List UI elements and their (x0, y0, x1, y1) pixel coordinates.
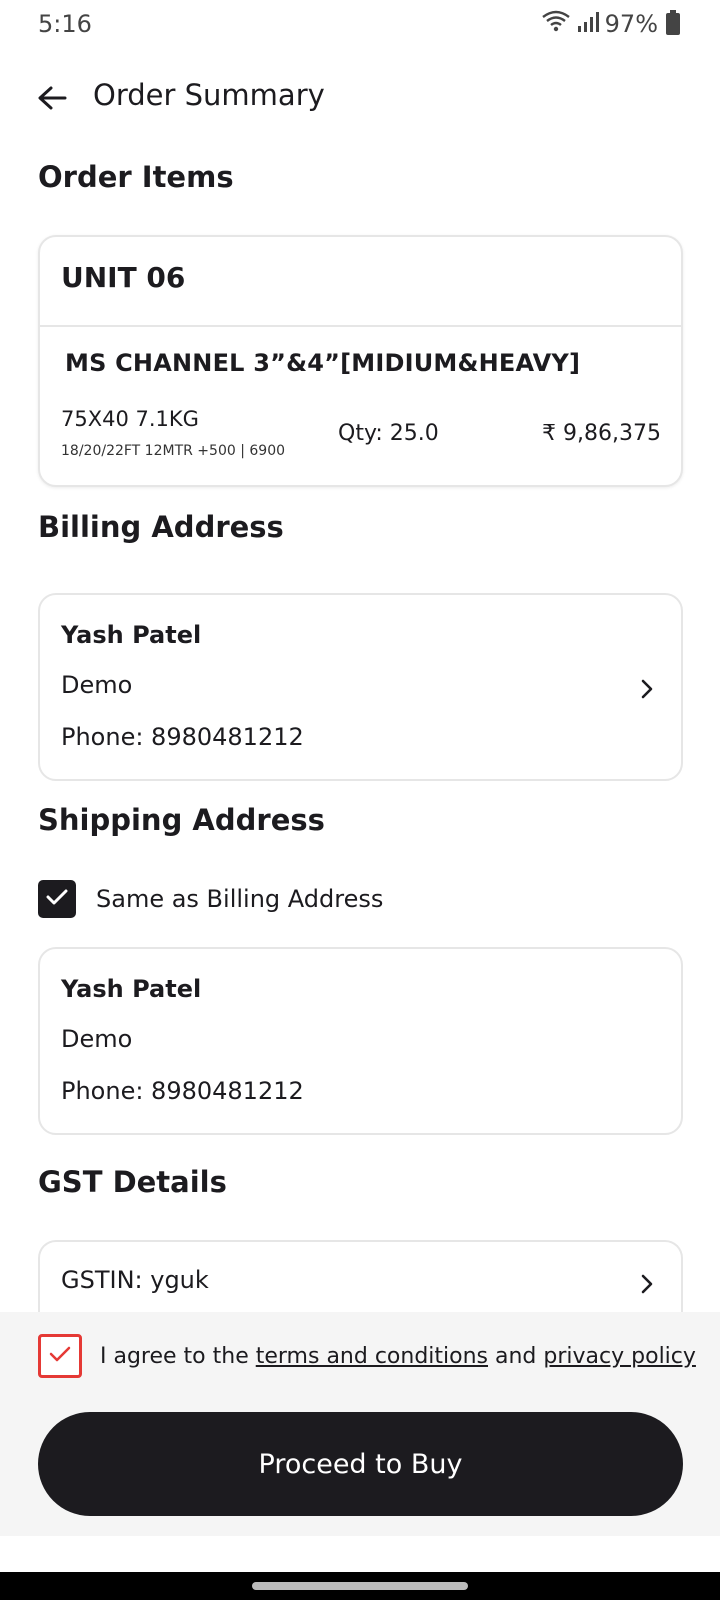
chevron-right-icon (635, 1272, 659, 1296)
signal-icon (577, 10, 599, 38)
agreement-middle: and (488, 1343, 544, 1369)
product-quantity: Qty: 25.0 (338, 421, 439, 446)
arrow-left-icon (37, 85, 67, 115)
gst-details-title: GST Details (38, 1165, 227, 1199)
status-time: 5:16 (38, 10, 92, 38)
agreement-prefix: I agree to the (100, 1343, 256, 1369)
page-title: Order Summary (93, 78, 325, 112)
shipping-address-line: Demo (61, 1025, 133, 1053)
shipping-name: Yash Patel (61, 975, 202, 1003)
gstin-value: GSTIN: yguk (61, 1266, 209, 1294)
same-as-billing-row[interactable]: Same as Billing Address (38, 880, 383, 918)
order-item-card: UNIT 06 MS CHANNEL 3”&4”[MIDIUM&HEAVY] 7… (38, 235, 683, 487)
billing-address-card[interactable]: Yash Patel Demo Phone: 8980481212 (38, 593, 683, 781)
same-as-billing-label: Same as Billing Address (96, 885, 384, 913)
proceed-to-buy-button[interactable]: Proceed to Buy (38, 1412, 683, 1516)
check-icon (48, 1344, 72, 1368)
privacy-link[interactable]: privacy policy (543, 1344, 696, 1369)
status-icons: 97% (541, 10, 680, 38)
billing-address-title: Billing Address (38, 510, 284, 544)
billing-phone: Phone: 8980481212 (61, 723, 304, 751)
home-indicator[interactable] (252, 1582, 468, 1590)
agreement-row: I agree to the terms and conditions and … (38, 1334, 696, 1378)
agreement-checkbox[interactable] (38, 1334, 82, 1378)
back-button[interactable] (30, 78, 74, 122)
shipping-address-title: Shipping Address (38, 803, 325, 837)
product-name: MS CHANNEL 3”&4”[MIDIUM&HEAVY] (65, 349, 581, 377)
check-icon (45, 887, 69, 911)
wifi-icon (541, 10, 571, 38)
terms-link[interactable]: terms and conditions (256, 1344, 488, 1369)
shipping-phone: Phone: 8980481212 (61, 1077, 304, 1105)
battery-icon (666, 10, 680, 35)
app-header: Order Summary (0, 64, 720, 134)
checkout-panel: I agree to the terms and conditions and … (0, 1312, 720, 1536)
battery-percent: 97% (604, 10, 658, 38)
system-nav-bar (0, 1572, 720, 1600)
unit-name: UNIT 06 (61, 261, 186, 294)
order-items-title: Order Items (38, 160, 234, 194)
product-spec: 18/20/22FT 12MTR +500 | 6900 (61, 443, 286, 459)
status-bar: 5:16 97% (0, 0, 720, 54)
divider (40, 325, 681, 327)
billing-address-line: Demo (61, 671, 133, 699)
billing-name: Yash Patel (61, 621, 202, 649)
shipping-address-card: Yash Patel Demo Phone: 8980481212 (38, 947, 683, 1135)
chevron-right-icon (635, 677, 659, 701)
product-size: 75X40 7.1KG (61, 407, 199, 431)
same-as-billing-checkbox[interactable] (38, 880, 76, 918)
agreement-text: I agree to the terms and conditions and … (100, 1344, 696, 1369)
product-price: ₹ 9,86,375 (542, 421, 661, 446)
